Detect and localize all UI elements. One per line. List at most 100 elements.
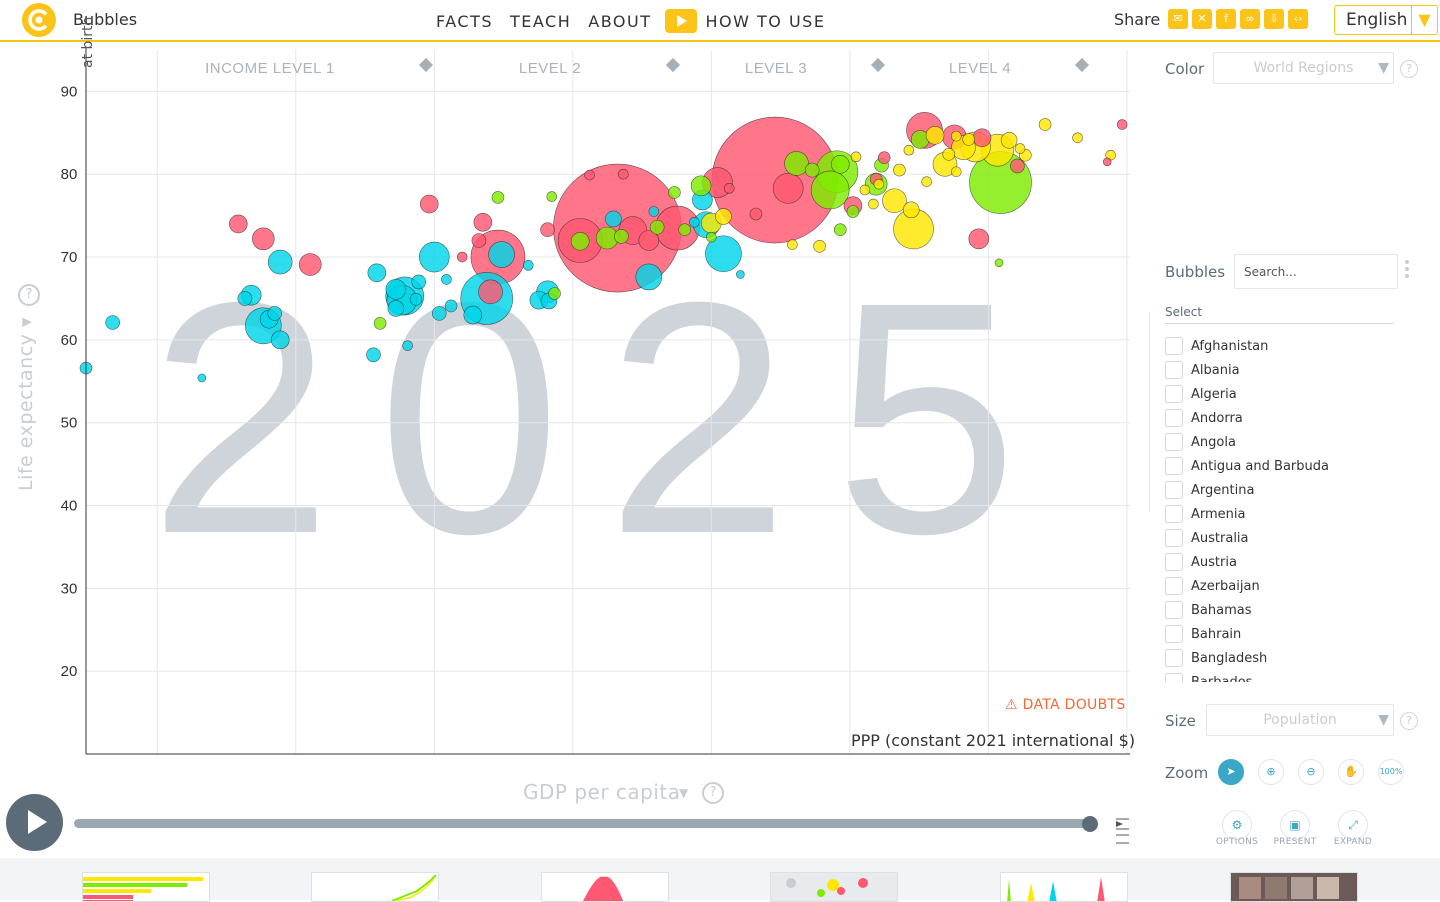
download-icon[interactable]: ⇩ [1264, 9, 1284, 29]
country-bubble[interactable] [635, 263, 663, 291]
country-bubble[interactable] [385, 279, 407, 300]
country-bubble[interactable] [942, 148, 956, 161]
country-bubble[interactable] [962, 133, 976, 146]
country-bubble[interactable] [237, 291, 253, 306]
country-bubble[interactable] [1014, 143, 1026, 154]
country-bubble[interactable] [921, 176, 932, 187]
country-bubble[interactable] [197, 373, 207, 383]
country-bubble[interactable] [1010, 158, 1025, 174]
nav-facts[interactable]: FACTS [436, 12, 493, 31]
country-bubble[interactable] [491, 191, 505, 204]
size-help-icon[interactable]: ? [1400, 712, 1418, 730]
country-bubble[interactable] [902, 201, 920, 219]
country-checkbox[interactable] [1165, 577, 1183, 595]
country-bubble[interactable] [229, 214, 248, 234]
country-checkbox[interactable] [1165, 625, 1183, 643]
options-gear-icon[interactable]: ⚙ [1222, 810, 1252, 840]
country-bubble[interactable] [649, 219, 665, 235]
mail-icon[interactable]: ✉ [1168, 9, 1188, 29]
country-list-item[interactable]: Bahrain [1165, 622, 1405, 646]
country-bubble[interactable] [570, 232, 590, 251]
country-bubble[interactable] [267, 306, 283, 321]
country-bubble[interactable] [402, 340, 413, 351]
country-bubble[interactable] [431, 306, 447, 321]
country-checkbox[interactable] [1165, 649, 1183, 667]
country-checkbox[interactable] [1165, 601, 1183, 619]
zoom-out-icon[interactable]: ⊖ [1298, 759, 1324, 785]
country-bubble[interactable] [540, 222, 555, 238]
country-bubble[interactable] [441, 274, 452, 285]
country-bubble[interactable] [456, 251, 468, 263]
country-bubble[interactable] [859, 184, 871, 196]
country-bubble[interactable] [833, 223, 847, 237]
country-list-item[interactable]: Argentina [1165, 478, 1405, 502]
pan-hand-icon[interactable]: ✋ [1338, 759, 1364, 785]
country-bubble[interactable] [868, 198, 879, 210]
language-select[interactable]: English ▼ [1334, 5, 1438, 35]
tool-thumb-ages[interactable] [1000, 872, 1128, 902]
timeline-handle[interactable] [1082, 816, 1098, 832]
country-bubble[interactable] [690, 175, 712, 197]
country-bubble[interactable] [105, 315, 120, 330]
country-bubble[interactable] [270, 330, 290, 350]
country-checkbox[interactable] [1165, 673, 1183, 682]
country-checkbox[interactable] [1165, 337, 1183, 355]
play-button[interactable] [6, 794, 63, 851]
country-list[interactable]: Afghanistan Albania Algeria Andorra Angola An… [1165, 334, 1405, 682]
country-bubble[interactable] [850, 151, 862, 163]
country-bubble[interactable] [950, 130, 962, 142]
country-bubble[interactable] [787, 239, 798, 250]
country-bubble[interactable] [267, 249, 293, 275]
country-checkbox[interactable] [1165, 481, 1183, 499]
country-bubble[interactable] [614, 229, 629, 244]
tool-thumb-maps[interactable] [770, 872, 898, 902]
country-bubble[interactable] [411, 274, 427, 290]
country-checkbox[interactable] [1165, 385, 1183, 403]
country-bubble[interactable] [367, 263, 387, 283]
country-bubble[interactable] [810, 170, 850, 210]
country-bubble[interactable] [473, 212, 493, 232]
country-bubble[interactable] [548, 287, 561, 300]
size-select[interactable]: Population ▼ [1206, 704, 1394, 736]
country-bubble[interactable] [846, 205, 860, 218]
country-list-item[interactable]: Andorra [1165, 406, 1405, 430]
country-bubble[interactable] [409, 292, 423, 306]
options-label[interactable]: OPTIONS [1207, 837, 1267, 847]
country-list-item[interactable]: Azerbaijan [1165, 574, 1405, 598]
country-bubble[interactable] [1000, 131, 1018, 149]
country-bubble[interactable] [689, 216, 700, 228]
country-bubble[interactable] [925, 126, 945, 145]
present-icon[interactable]: ▣ [1280, 810, 1310, 840]
how-to-use-play-icon[interactable] [665, 9, 698, 33]
country-bubble[interactable] [950, 166, 962, 178]
twitter-icon[interactable]: ✕ [1192, 9, 1212, 29]
country-checkbox[interactable] [1165, 553, 1183, 571]
country-bubble[interactable] [804, 162, 820, 178]
link-icon[interactable]: ∞ [1240, 9, 1260, 29]
country-bubble[interactable] [471, 233, 487, 248]
country-checkbox[interactable] [1165, 433, 1183, 451]
country-bubble[interactable] [877, 151, 891, 164]
country-bubble[interactable] [772, 173, 804, 204]
country-bubble[interactable] [1072, 132, 1083, 144]
country-bubble[interactable] [419, 241, 450, 273]
country-list-item[interactable]: Armenia [1165, 502, 1405, 526]
pointer-mode-icon[interactable]: ➤ [1218, 759, 1244, 785]
bubble-search-input[interactable]: Search... [1234, 254, 1398, 289]
timeline-slider[interactable] [74, 819, 1088, 828]
country-bubble[interactable] [298, 253, 322, 276]
country-bubble[interactable] [605, 210, 622, 228]
country-bubble[interactable] [749, 207, 763, 221]
country-bubble[interactable] [366, 347, 381, 363]
nav-how-to-use[interactable]: HOW TO USE [705, 12, 825, 31]
country-bubble[interactable] [873, 178, 885, 190]
tool-thumb-dollar-street[interactable] [1230, 872, 1358, 902]
country-bubble[interactable] [715, 208, 732, 225]
country-bubble[interactable] [478, 279, 503, 305]
country-bubble[interactable] [419, 194, 439, 214]
country-bubble[interactable] [903, 144, 915, 156]
country-bubble[interactable] [1116, 119, 1128, 130]
tool-thumb-ranks[interactable] [82, 872, 210, 902]
country-bubble[interactable] [678, 223, 691, 237]
country-bubble[interactable] [387, 300, 405, 317]
